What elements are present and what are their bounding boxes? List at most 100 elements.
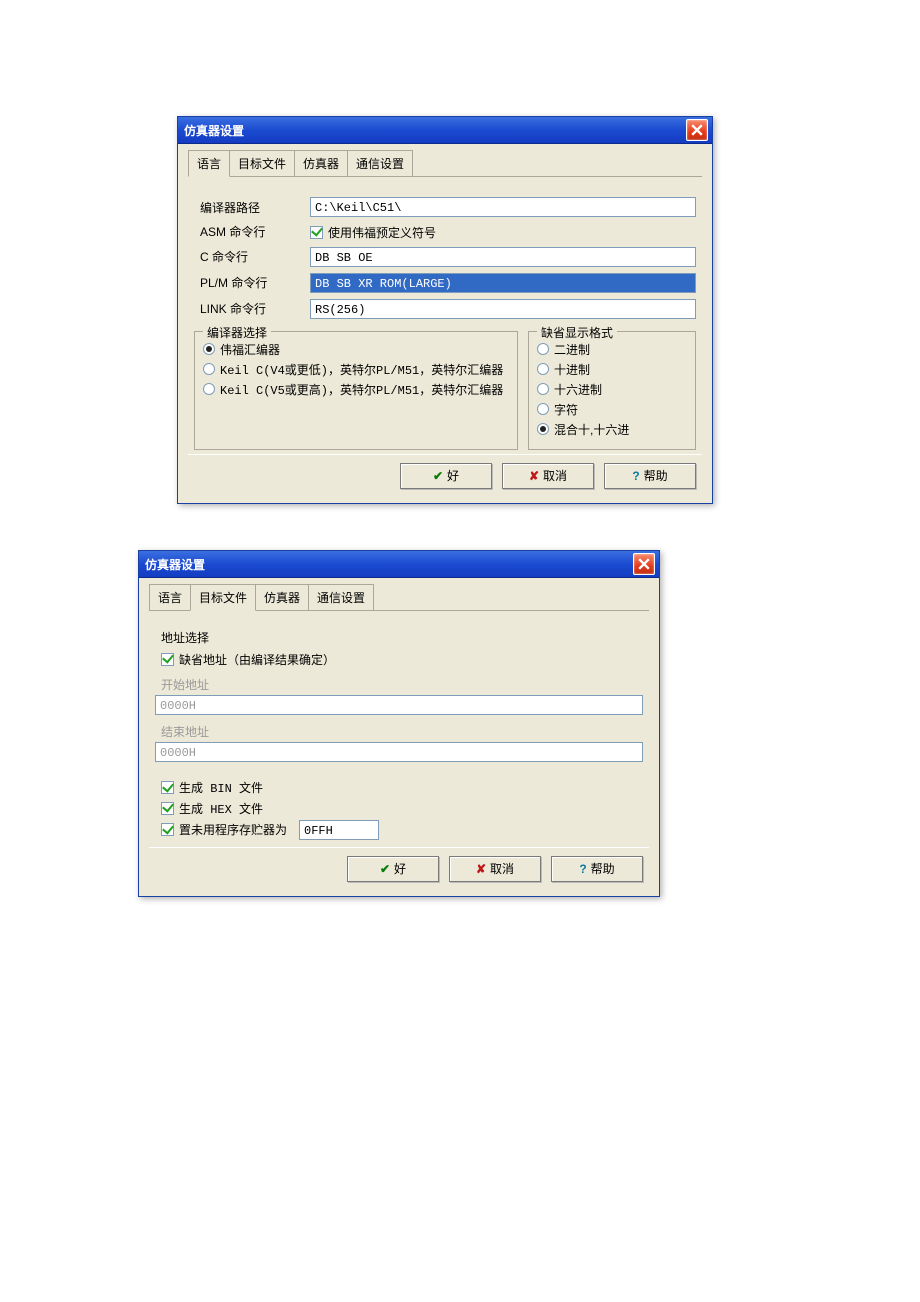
radio-keil-v4[interactable]: Keil C(V4或更低)，英特尔PL/M51，英特尔汇编器 bbox=[203, 361, 509, 378]
group-display-format: 缺省显示格式 二进制 十进制 十六进制 字符 混合十,十六进 bbox=[528, 331, 696, 450]
tabpage-target-file: 地址选择 缺省地址（由编译结果确定） 开始地址 0000H 结束地址 0000H… bbox=[149, 617, 649, 847]
radio-icon bbox=[537, 343, 549, 355]
close-button[interactable] bbox=[686, 119, 708, 141]
radio-label: 十六进制 bbox=[554, 381, 602, 398]
tab-label: 目标文件 bbox=[199, 591, 247, 605]
checkbox-label: 生成 BIN 文件 bbox=[179, 779, 263, 796]
tab-comm[interactable]: 通信设置 bbox=[347, 150, 413, 176]
tab-language[interactable]: 语言 bbox=[188, 150, 230, 177]
radio-icon bbox=[203, 363, 215, 375]
button-label: 好 bbox=[447, 467, 459, 484]
tab-comm[interactable]: 通信设置 bbox=[308, 584, 374, 610]
button-label: 帮助 bbox=[591, 860, 615, 877]
tab-target-file[interactable]: 目标文件 bbox=[229, 150, 295, 176]
radio-mixed[interactable]: 混合十,十六进 bbox=[537, 421, 687, 438]
tabbar: 语言 目标文件 仿真器 通信设置 bbox=[188, 150, 702, 177]
radio-icon bbox=[537, 423, 549, 435]
radio-label: 二进制 bbox=[554, 341, 590, 358]
tabpage-language: 编译器路径 C:\Keil\C51\ ASM 命令行 使用伟福预定义符号 C 命… bbox=[188, 183, 702, 454]
end-address-field: 0000H bbox=[155, 742, 643, 762]
label-link-cmd: LINK 命令行 bbox=[194, 300, 310, 317]
link-cmd-field[interactable]: RS(256) bbox=[310, 299, 696, 319]
tab-label: 语言 bbox=[158, 591, 182, 605]
default-address-checkbox[interactable]: 缺省地址（由编译结果确定） bbox=[161, 651, 335, 668]
checkbox-icon bbox=[310, 226, 323, 239]
label-end-address: 结束地址 bbox=[161, 723, 643, 740]
compiler-path-field[interactable]: C:\Keil\C51\ bbox=[310, 197, 696, 217]
radio-icon bbox=[203, 343, 215, 355]
radio-label: 伟福汇编器 bbox=[220, 341, 280, 358]
gen-hex-checkbox[interactable]: 生成 HEX 文件 bbox=[161, 800, 263, 817]
cancel-button[interactable]: ✘ 取消 bbox=[449, 856, 541, 882]
radio-label: 字符 bbox=[554, 401, 578, 418]
heading-address-select: 地址选择 bbox=[161, 629, 637, 646]
dialog2-client: 语言 目标文件 仿真器 通信设置 地址选择 缺省地址（由编译结果确定） 开始地址… bbox=[139, 578, 659, 896]
tab-emulator[interactable]: 仿真器 bbox=[255, 584, 309, 610]
label-compiler-path: 编译器路径 bbox=[194, 199, 310, 216]
legend-display-format: 缺省显示格式 bbox=[537, 324, 617, 341]
label-start-address: 开始地址 bbox=[161, 676, 643, 693]
tab-label: 语言 bbox=[197, 157, 221, 171]
dialog-title: 仿真器设置 bbox=[145, 556, 205, 573]
cancel-button[interactable]: ✘ 取消 bbox=[502, 463, 594, 489]
button-label: 好 bbox=[394, 860, 406, 877]
tab-target-file[interactable]: 目标文件 bbox=[190, 584, 256, 611]
legend-compiler-select: 编译器选择 bbox=[203, 324, 271, 341]
dialog-emulator-settings-1: 仿真器设置 语言 目标文件 仿真器 通信设置 编译器路径 C:\Keil\C51… bbox=[177, 116, 713, 504]
checkbox-icon bbox=[161, 802, 174, 815]
tab-label: 仿真器 bbox=[264, 591, 300, 605]
checkbox-icon bbox=[161, 823, 174, 836]
plm-cmd-field[interactable]: DB SB XR ROM(LARGE) bbox=[310, 273, 696, 293]
tab-language[interactable]: 语言 bbox=[149, 584, 191, 610]
radio-decimal[interactable]: 十进制 bbox=[537, 361, 687, 378]
button-row: ✔ 好 ✘ 取消 ? 帮助 bbox=[149, 847, 649, 886]
gen-bin-checkbox[interactable]: 生成 BIN 文件 bbox=[161, 779, 263, 796]
radio-label: Keil C(V5或更高)，英特尔PL/M51，英特尔汇编器 bbox=[220, 381, 503, 398]
radio-label: 混合十,十六进 bbox=[554, 421, 629, 438]
button-row: ✔ 好 ✘ 取消 ? 帮助 bbox=[188, 454, 702, 493]
c-cmd-field[interactable]: DB SB OE bbox=[310, 247, 696, 267]
titlebar: 仿真器设置 bbox=[139, 551, 659, 578]
tab-emulator[interactable]: 仿真器 bbox=[294, 150, 348, 176]
label-c-cmd: C 命令行 bbox=[194, 248, 310, 265]
tab-label: 目标文件 bbox=[238, 157, 286, 171]
use-wavesym-checkbox[interactable]: 使用伟福预定义符号 bbox=[310, 224, 436, 241]
tabbar: 语言 目标文件 仿真器 通信设置 bbox=[149, 584, 649, 611]
checkbox-icon bbox=[161, 781, 174, 794]
check-icon: ✔ bbox=[433, 469, 443, 483]
radio-char[interactable]: 字符 bbox=[537, 401, 687, 418]
label-asm-cmd: ASM 命令行 bbox=[194, 223, 310, 240]
check-icon: ✔ bbox=[380, 862, 390, 876]
fill-value-field[interactable]: 0FFH bbox=[299, 820, 379, 840]
radio-hex[interactable]: 十六进制 bbox=[537, 381, 687, 398]
radio-label: Keil C(V4或更低)，英特尔PL/M51，英特尔汇编器 bbox=[220, 361, 503, 378]
radio-label: 十进制 bbox=[554, 361, 590, 378]
tab-label: 通信设置 bbox=[356, 157, 404, 171]
radio-keil-v5[interactable]: Keil C(V5或更高)，英特尔PL/M51，英特尔汇编器 bbox=[203, 381, 509, 398]
close-icon bbox=[691, 124, 703, 136]
button-label: 帮助 bbox=[644, 467, 668, 484]
ok-button[interactable]: ✔ 好 bbox=[347, 856, 439, 882]
start-address-field: 0000H bbox=[155, 695, 643, 715]
ok-button[interactable]: ✔ 好 bbox=[400, 463, 492, 489]
help-button[interactable]: ? 帮助 bbox=[604, 463, 696, 489]
radio-icon bbox=[203, 383, 215, 395]
close-button[interactable] bbox=[633, 553, 655, 575]
radio-wave-asm[interactable]: 伟福汇编器 bbox=[203, 341, 509, 358]
radio-icon bbox=[537, 403, 549, 415]
label-plm-cmd: PL/M 命令行 bbox=[194, 274, 310, 291]
question-icon: ? bbox=[632, 469, 639, 483]
group-compiler-select: 编译器选择 伟福汇编器 Keil C(V4或更低)，英特尔PL/M51，英特尔汇… bbox=[194, 331, 518, 450]
button-label: 取消 bbox=[543, 467, 567, 484]
help-button[interactable]: ? 帮助 bbox=[551, 856, 643, 882]
checkbox-label: 置未用程序存贮器为 bbox=[179, 821, 287, 838]
x-icon: ✘ bbox=[529, 469, 539, 483]
dialog-title: 仿真器设置 bbox=[184, 122, 244, 139]
tab-label: 仿真器 bbox=[303, 157, 339, 171]
checkbox-label: 缺省地址（由编译结果确定） bbox=[179, 651, 335, 668]
fill-unused-checkbox[interactable]: 置未用程序存贮器为 bbox=[161, 821, 287, 838]
question-icon: ? bbox=[579, 862, 586, 876]
radio-icon bbox=[537, 363, 549, 375]
dialog-emulator-settings-2: 仿真器设置 语言 目标文件 仿真器 通信设置 地址选择 缺省地址（由编译结果确定… bbox=[138, 550, 660, 897]
radio-binary[interactable]: 二进制 bbox=[537, 341, 687, 358]
